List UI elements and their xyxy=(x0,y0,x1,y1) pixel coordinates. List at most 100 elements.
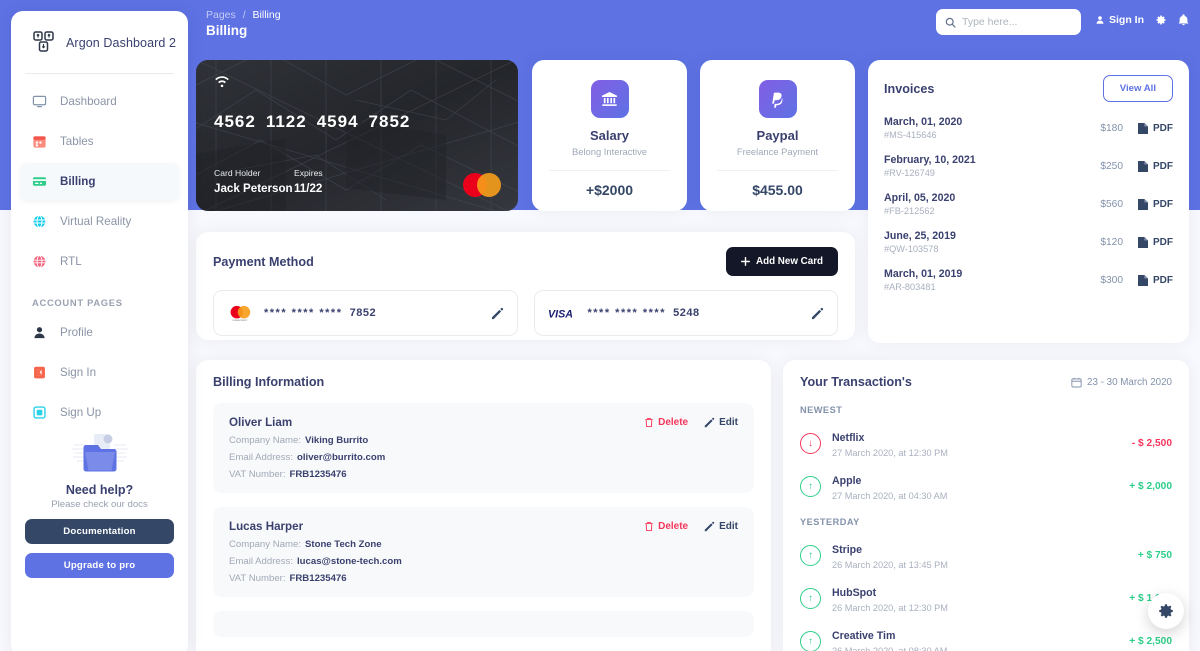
sidebar-item-label: Tables xyxy=(60,135,94,148)
mastercard-icon: mastercard xyxy=(227,305,252,322)
invoice-row: February, 10, 2021 #RV-126749 $250 PDF xyxy=(884,154,1173,178)
upgrade-to-pro-button[interactable]: Upgrade to pro xyxy=(25,553,174,578)
invoice-date: March, 01, 2020 xyxy=(884,116,963,128)
sidebar-item-label: Dashboard xyxy=(60,95,117,108)
sidebar-item-sign-up[interactable]: Sign Up xyxy=(20,394,179,431)
invoice-date: April, 05, 2020 xyxy=(884,192,956,204)
transactions-date-range[interactable]: 23 - 30 March 2020 xyxy=(1071,377,1172,388)
payment-card-mastercard[interactable]: mastercard **** **** **** 7852 xyxy=(213,290,518,336)
invoice-amount: $560 xyxy=(1100,198,1123,210)
brand[interactable]: Argon Dashboard 2 xyxy=(11,11,188,73)
transaction-name: Stripe xyxy=(832,544,863,556)
top-navbar: Pages / Billing Billing Sign In xyxy=(196,0,1200,48)
transaction-row: ↑ Stripe 26 March 2020, at 13:45 PM + $ … xyxy=(800,540,1172,570)
salary-card: Salary Belong Interactive +$2000 xyxy=(532,60,687,211)
invoice-pdf-button[interactable]: PDF xyxy=(1137,198,1173,211)
documentation-button[interactable]: Documentation xyxy=(25,519,174,544)
delete-button[interactable]: Delete xyxy=(644,521,688,532)
sidebar-nav: Dashboard Tables Billing Virtual Reality xyxy=(11,74,188,431)
edit-button[interactable]: Edit xyxy=(704,417,738,428)
breadcrumb-root[interactable]: Pages xyxy=(206,9,236,21)
pdf-label: PDF xyxy=(1153,198,1173,210)
breadcrumb-current: Billing xyxy=(252,9,281,21)
delete-button[interactable]: Delete xyxy=(644,417,688,428)
sign-in-link[interactable]: Sign In xyxy=(1095,14,1144,26)
invoice-row: June, 25, 2019 #QW-103578 $120 PDF xyxy=(884,230,1173,254)
sidebar-section-heading: ACCOUNT PAGES xyxy=(32,297,123,308)
search-icon xyxy=(945,17,956,28)
sidebar-item-billing[interactable]: Billing xyxy=(20,163,179,200)
calendar-icon xyxy=(30,132,49,151)
paypal-card: Paypal Freelance Payment $455.00 xyxy=(700,60,855,211)
vat-value: FRB1235476 xyxy=(289,573,347,584)
trash-icon xyxy=(644,417,654,428)
search-input[interactable] xyxy=(962,16,1072,28)
invoice-number: #AR-803481 xyxy=(884,282,936,292)
invoice-date: June, 25, 2019 xyxy=(884,230,956,242)
billing-entry xyxy=(213,611,754,637)
sidebar-item-virtual-reality[interactable]: Virtual Reality xyxy=(20,203,179,240)
invoice-pdf-button[interactable]: PDF xyxy=(1137,122,1173,135)
invoice-amount: $120 xyxy=(1100,236,1123,248)
folder-docs-icon xyxy=(68,429,132,477)
invoice-row: March, 01, 2019 #AR-803481 $300 PDF xyxy=(884,268,1173,292)
pencil-icon[interactable] xyxy=(811,307,824,320)
invoice-amount: $180 xyxy=(1100,122,1123,134)
pdf-label: PDF xyxy=(1153,236,1173,248)
svg-text:mastercard: mastercard xyxy=(232,318,247,322)
sidebar-item-label: Sign In xyxy=(60,366,97,379)
payment-card-visa[interactable]: VISA **** **** **** 5248 xyxy=(533,290,838,336)
card-last4: 7852 xyxy=(349,307,377,319)
transactions-header: Your Transaction's 23 - 30 March 2020 xyxy=(800,375,1172,389)
bell-icon[interactable] xyxy=(1178,14,1189,26)
add-new-card-button[interactable]: Add New Card xyxy=(726,247,838,276)
sidebar-item-label: RTL xyxy=(60,255,82,268)
invoice-pdf-button[interactable]: PDF xyxy=(1137,236,1173,249)
billing-entry-vat: VAT Number: FRB1235476 xyxy=(229,573,738,584)
sidebar-item-dashboard[interactable]: Dashboard xyxy=(20,83,179,120)
billing-entry-email: Email Address: lucas@stone-tech.com xyxy=(229,556,738,567)
invoice-pdf-button[interactable]: PDF xyxy=(1137,274,1173,287)
invoice-number: #FB-212562 xyxy=(884,206,935,216)
svg-text:VISA: VISA xyxy=(548,308,573,319)
file-pdf-icon xyxy=(1138,198,1148,210)
vat-value: FRB1235476 xyxy=(289,469,347,480)
email-value: lucas@stone-tech.com xyxy=(297,556,402,567)
sidebar-item-sign-in[interactable]: Sign In xyxy=(20,354,179,391)
transaction-row: ↓ Netflix 27 March 2020, at 12:30 PM - $… xyxy=(800,428,1172,458)
billing-entry-actions: Delete Edit xyxy=(644,417,738,428)
pencil-icon[interactable] xyxy=(491,307,504,320)
billing-entry-company: Company Name: Stone Tech Zone xyxy=(229,539,738,550)
gear-icon[interactable] xyxy=(1155,14,1167,26)
billing-entry-vat: VAT Number: FRB1235476 xyxy=(229,469,738,480)
arrow-up-icon: ↑ xyxy=(800,475,821,497)
search-box[interactable] xyxy=(936,9,1081,35)
transaction-amount: + $ 2,500 xyxy=(1129,635,1172,647)
transaction-name: Netflix xyxy=(832,432,865,444)
wifi-icon xyxy=(214,74,230,87)
breadcrumb-separator: / xyxy=(242,9,246,21)
sidebar-item-profile[interactable]: Profile xyxy=(20,314,179,351)
delete-label: Delete xyxy=(658,417,689,428)
invoice-pdf-button[interactable]: PDF xyxy=(1137,160,1173,173)
billing-information-card: Billing Information Oliver Liam Company … xyxy=(196,360,771,651)
view-all-button[interactable]: View All xyxy=(1102,75,1173,102)
paypal-subtitle: Freelance Payment xyxy=(736,146,819,157)
globe-icon xyxy=(30,212,49,231)
paypal-icon xyxy=(758,80,797,118)
vat-label: VAT Number: xyxy=(229,469,286,480)
masked-card-number: **** **** **** 7852 xyxy=(264,307,479,319)
page-title: Billing xyxy=(206,23,248,38)
brand-name: Argon Dashboard 2 xyxy=(66,36,177,50)
pdf-label: PDF xyxy=(1153,122,1173,134)
billing-entry-actions: Delete Edit xyxy=(644,521,738,532)
billing-entry-email: Email Address: oliver@burrito.com xyxy=(229,452,738,463)
sidebar-item-tables[interactable]: Tables xyxy=(20,123,179,160)
settings-fab-button[interactable] xyxy=(1148,593,1184,629)
sidebar-item-label: Profile xyxy=(60,326,93,339)
delete-label: Delete xyxy=(658,521,689,532)
company-value: Stone Tech Zone xyxy=(304,539,382,550)
desktop-icon xyxy=(30,92,49,111)
sidebar-item-rtl[interactable]: RTL xyxy=(20,243,179,280)
edit-button[interactable]: Edit xyxy=(704,521,738,532)
